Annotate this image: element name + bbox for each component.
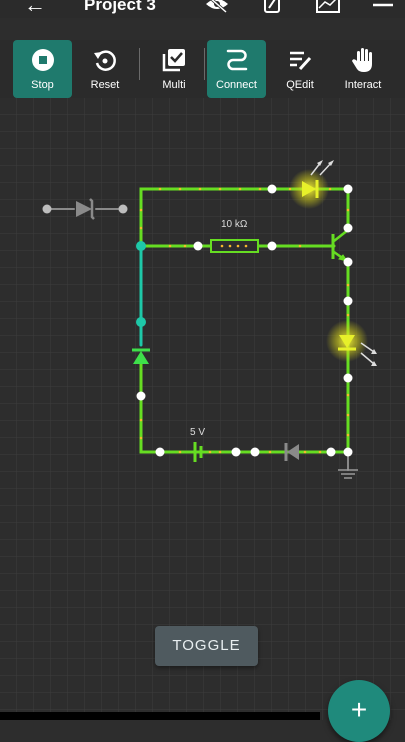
- toolbar: Stop Reset Multi Connect QEdit Interact: [0, 40, 405, 98]
- reset-button[interactable]: Reset: [76, 40, 134, 98]
- stop-label: Stop: [31, 79, 54, 91]
- back-arrow-icon[interactable]: ←: [24, 0, 46, 16]
- stop-icon: [31, 49, 54, 71]
- qedit-label: QEdit: [286, 79, 314, 91]
- hand-icon: [352, 48, 372, 72]
- page-title: Project 3: [84, 0, 156, 14]
- connect-label: Connect: [216, 79, 257, 91]
- reset-label: Reset: [90, 79, 120, 91]
- resistor[interactable]: [210, 239, 259, 253]
- interact-label: Interact: [344, 79, 382, 91]
- toolbar-divider: [139, 48, 140, 80]
- add-component-button[interactable]: +: [328, 680, 390, 742]
- quick-edit-icon: [290, 51, 312, 71]
- circuit-canvas[interactable]: 10 kΩ 5 V: [0, 0, 405, 720]
- toolbar-divider: [204, 48, 205, 80]
- multi-label: Multi: [162, 79, 186, 91]
- connect-button[interactable]: Connect: [207, 40, 266, 98]
- interact-button[interactable]: Interact: [333, 40, 393, 98]
- multi-select-icon: [162, 49, 185, 72]
- resistor-label: 10 kΩ: [221, 219, 248, 230]
- battery-label: 5 V: [190, 427, 205, 438]
- app-bar: ← Project 3: [0, 0, 405, 18]
- stop-button[interactable]: Stop: [13, 40, 72, 98]
- reset-icon: [94, 50, 116, 71]
- probe-icon[interactable]: [260, 0, 284, 16]
- qedit-button[interactable]: QEdit: [271, 40, 329, 98]
- connect-icon: [226, 49, 247, 71]
- toggle-button[interactable]: TOGGLE: [155, 626, 258, 666]
- menu-icon[interactable]: [371, 0, 395, 16]
- graph-icon[interactable]: [316, 0, 340, 16]
- visibility-off-icon[interactable]: [205, 0, 229, 16]
- system-nav-bar: [0, 712, 320, 720]
- multi-button[interactable]: Multi: [145, 40, 203, 98]
